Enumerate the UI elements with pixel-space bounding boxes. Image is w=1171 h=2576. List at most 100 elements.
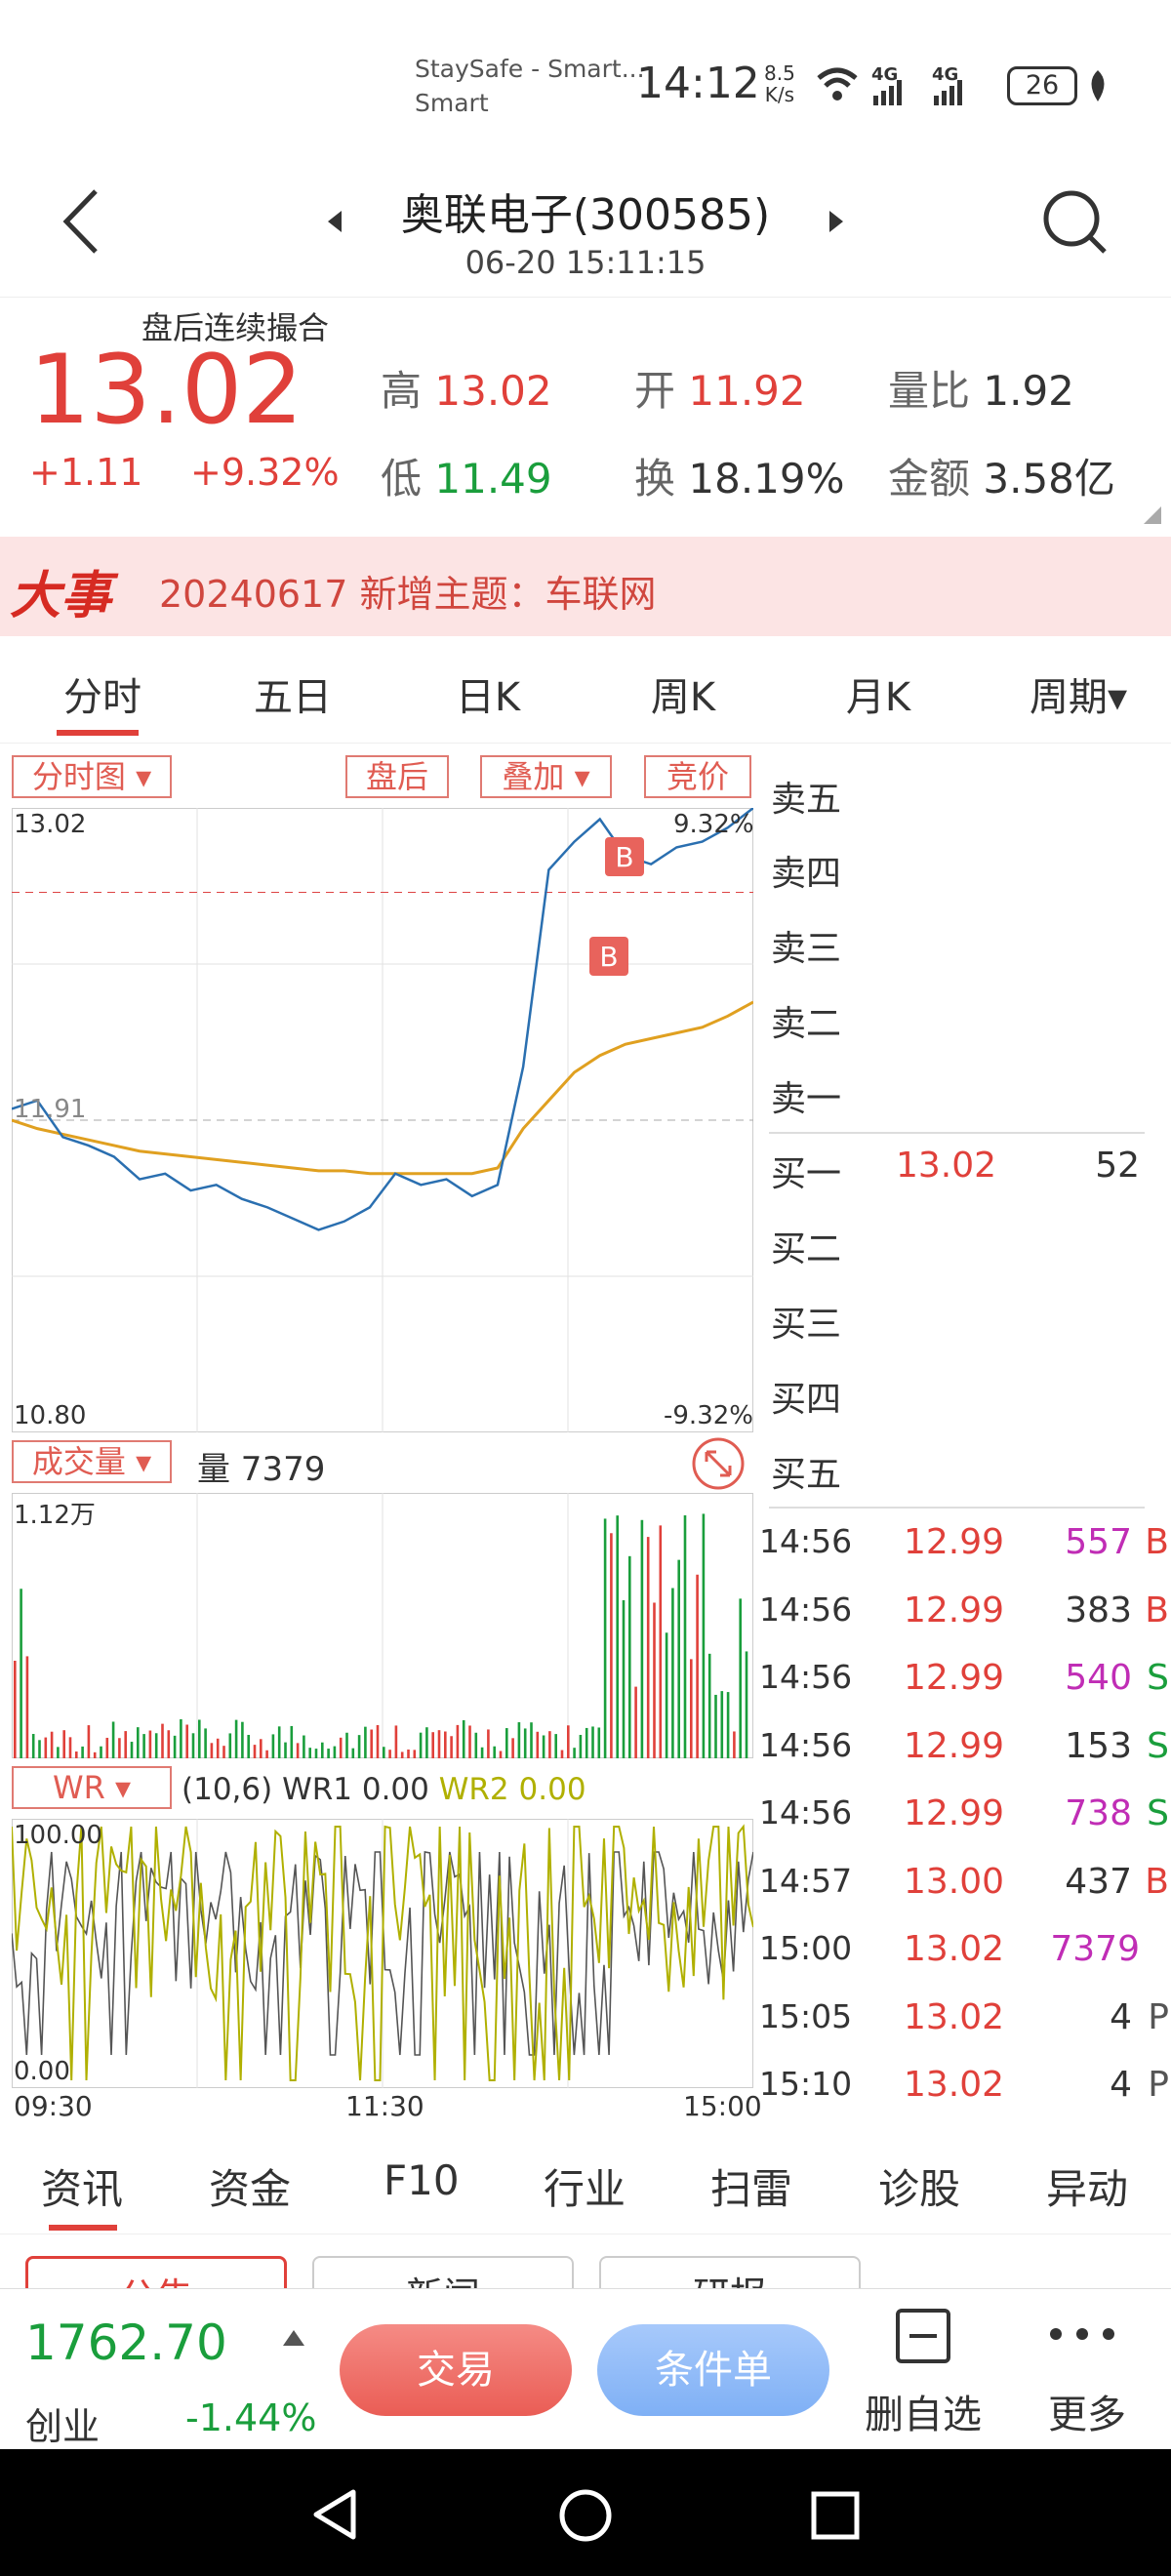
volume-bar xyxy=(548,1731,551,1758)
subtab-news[interactable]: 新闻 xyxy=(312,2256,574,2288)
trade-side: P xyxy=(1148,1996,1169,2037)
volume-bar xyxy=(357,1735,361,1758)
volume-bar xyxy=(137,1727,140,1758)
volume-bar xyxy=(222,1746,225,1758)
index-value[interactable]: 1762.70 xyxy=(25,2314,227,2371)
conditional-order-button[interactable]: 条件单 xyxy=(597,2324,829,2416)
more-button[interactable]: 更多 xyxy=(1034,2299,1151,2445)
volume-bar xyxy=(745,1651,748,1758)
wifi-icon xyxy=(817,67,858,101)
signal-icon xyxy=(873,80,902,105)
trade-side: S xyxy=(1147,1725,1169,1766)
tab-diagnosis[interactable]: 诊股 xyxy=(878,2156,960,2216)
turn-value: 18.19% xyxy=(688,455,845,503)
intraday-chart[interactable]: BB xyxy=(12,808,753,1432)
last-price: 13.02 xyxy=(29,335,303,446)
after-hours-button[interactable]: 盘后 xyxy=(345,755,449,798)
tab-fund-flow[interactable]: 资金 xyxy=(209,2156,291,2216)
volume-bar xyxy=(665,1632,668,1758)
tab-industry[interactable]: 行业 xyxy=(544,2156,626,2216)
volume-bar xyxy=(505,1728,508,1758)
volume-bar xyxy=(714,1694,717,1758)
tab-five-day[interactable]: 五日 xyxy=(239,665,346,722)
tab-news[interactable]: 资讯 xyxy=(41,2156,123,2216)
high-label: 高 xyxy=(381,367,423,415)
trade-time: 15:00 xyxy=(759,1929,853,1967)
remove-watchlist-icon xyxy=(896,2309,950,2363)
volume-bar xyxy=(327,1749,330,1758)
remove-watchlist-button[interactable]: 删自选 xyxy=(857,2299,993,2445)
volume-bar xyxy=(739,1598,742,1758)
wr1-value: 0.00 xyxy=(361,1772,429,1807)
volume-bar xyxy=(87,1725,91,1758)
tab-period-dropdown[interactable]: 周期▾ xyxy=(1005,665,1151,722)
subtab-announcement[interactable]: 公告 xyxy=(25,2256,287,2288)
active-tab-indicator xyxy=(57,730,139,736)
volume-bar xyxy=(536,1731,540,1758)
volume-indicator-dropdown[interactable]: 成交量 ▾ xyxy=(12,1440,172,1483)
notification-sub: Smart xyxy=(415,89,489,117)
tab-daily-k[interactable]: 日K xyxy=(434,665,542,722)
wr2-label: WR2 xyxy=(438,1772,509,1807)
volume-bar xyxy=(370,1729,373,1758)
auction-button[interactable]: 竞价 xyxy=(644,755,751,798)
clock: 14:12 xyxy=(636,59,760,108)
volume-bar xyxy=(93,1751,97,1758)
chart-type-dropdown[interactable]: 分时图 ▾ xyxy=(12,755,172,798)
volume-bar xyxy=(57,1747,60,1758)
trade-row: 14:56 12.99 557 B xyxy=(759,1522,1169,1581)
volume-bar xyxy=(321,1742,324,1758)
next-stock-icon[interactable] xyxy=(826,209,845,234)
tab-intraday[interactable]: 分时 xyxy=(49,665,156,722)
trade-time: 15:05 xyxy=(759,1996,853,2035)
high-value: 13.02 xyxy=(434,367,552,415)
trade-price: 12.99 xyxy=(904,1522,1005,1562)
trade-side: P xyxy=(1148,2065,1169,2105)
volume-bar xyxy=(542,1735,545,1758)
nav-back-icon[interactable] xyxy=(310,2488,359,2541)
nav-recents-icon[interactable] xyxy=(810,2490,861,2541)
volume-bar xyxy=(31,1734,35,1758)
bid2-label: 买二 xyxy=(771,1229,842,1269)
search-icon[interactable] xyxy=(1040,187,1110,258)
trade-volume: 437 xyxy=(1065,1861,1132,1902)
trade-side: S xyxy=(1147,1793,1169,1833)
overlay-dropdown[interactable]: 叠加 ▾ xyxy=(480,755,612,798)
volume-bar xyxy=(554,1734,557,1758)
news-banner[interactable]: 大事 20240617 新增主题：车联网 xyxy=(0,537,1171,636)
tab-f10[interactable]: F10 xyxy=(384,2156,460,2204)
tab-risk[interactable]: 扫雷 xyxy=(710,2156,792,2216)
back-arrow-icon[interactable] xyxy=(59,187,101,256)
fullscreen-icon[interactable] xyxy=(691,1436,746,1491)
volume-bar xyxy=(671,1588,674,1758)
nav-home-icon[interactable] xyxy=(558,2488,613,2543)
volume-bar xyxy=(634,1686,637,1758)
expand-corner-icon[interactable] xyxy=(1142,504,1163,526)
leaf-icon xyxy=(1091,70,1105,101)
tab-anomaly[interactable]: 异动 xyxy=(1046,2156,1128,2216)
trade-row: 14:56 12.99 383 B xyxy=(759,1590,1169,1649)
volume-bar xyxy=(265,1750,268,1758)
trade-row: 14:57 13.00 437 B xyxy=(759,1862,1169,1920)
turnover-stat: 换 18.19% xyxy=(634,446,845,505)
subtab-research[interactable]: 研报 xyxy=(599,2256,861,2288)
event-text: 20240617 新增主题：车联网 xyxy=(159,573,657,616)
trade-volume: 540 xyxy=(1065,1658,1132,1698)
ask4-label: 卖四 xyxy=(771,854,842,894)
wr-chart xyxy=(12,1819,753,2088)
wr-indicator-dropdown[interactable]: WR ▾ xyxy=(12,1766,172,1809)
trade-time: 14:56 xyxy=(759,1658,853,1696)
trade-row: 15:00 13.02 7379 xyxy=(759,1929,1169,1988)
volume-bar xyxy=(585,1727,588,1758)
tab-weekly-k[interactable]: 周K xyxy=(629,665,737,722)
volume-bar xyxy=(720,1691,724,1758)
high-stat: 高 13.02 xyxy=(381,358,552,418)
volume-bar xyxy=(567,1725,570,1758)
trade-price: 12.99 xyxy=(904,1793,1005,1833)
volume-bar xyxy=(480,1747,484,1758)
trade-button[interactable]: 交易 xyxy=(340,2324,572,2416)
time-axis-close: 15:00 xyxy=(683,2090,762,2122)
tab-monthly-k[interactable]: 月K xyxy=(825,665,932,722)
trade-volume: 738 xyxy=(1065,1793,1132,1833)
trade-volume: 383 xyxy=(1065,1590,1132,1630)
